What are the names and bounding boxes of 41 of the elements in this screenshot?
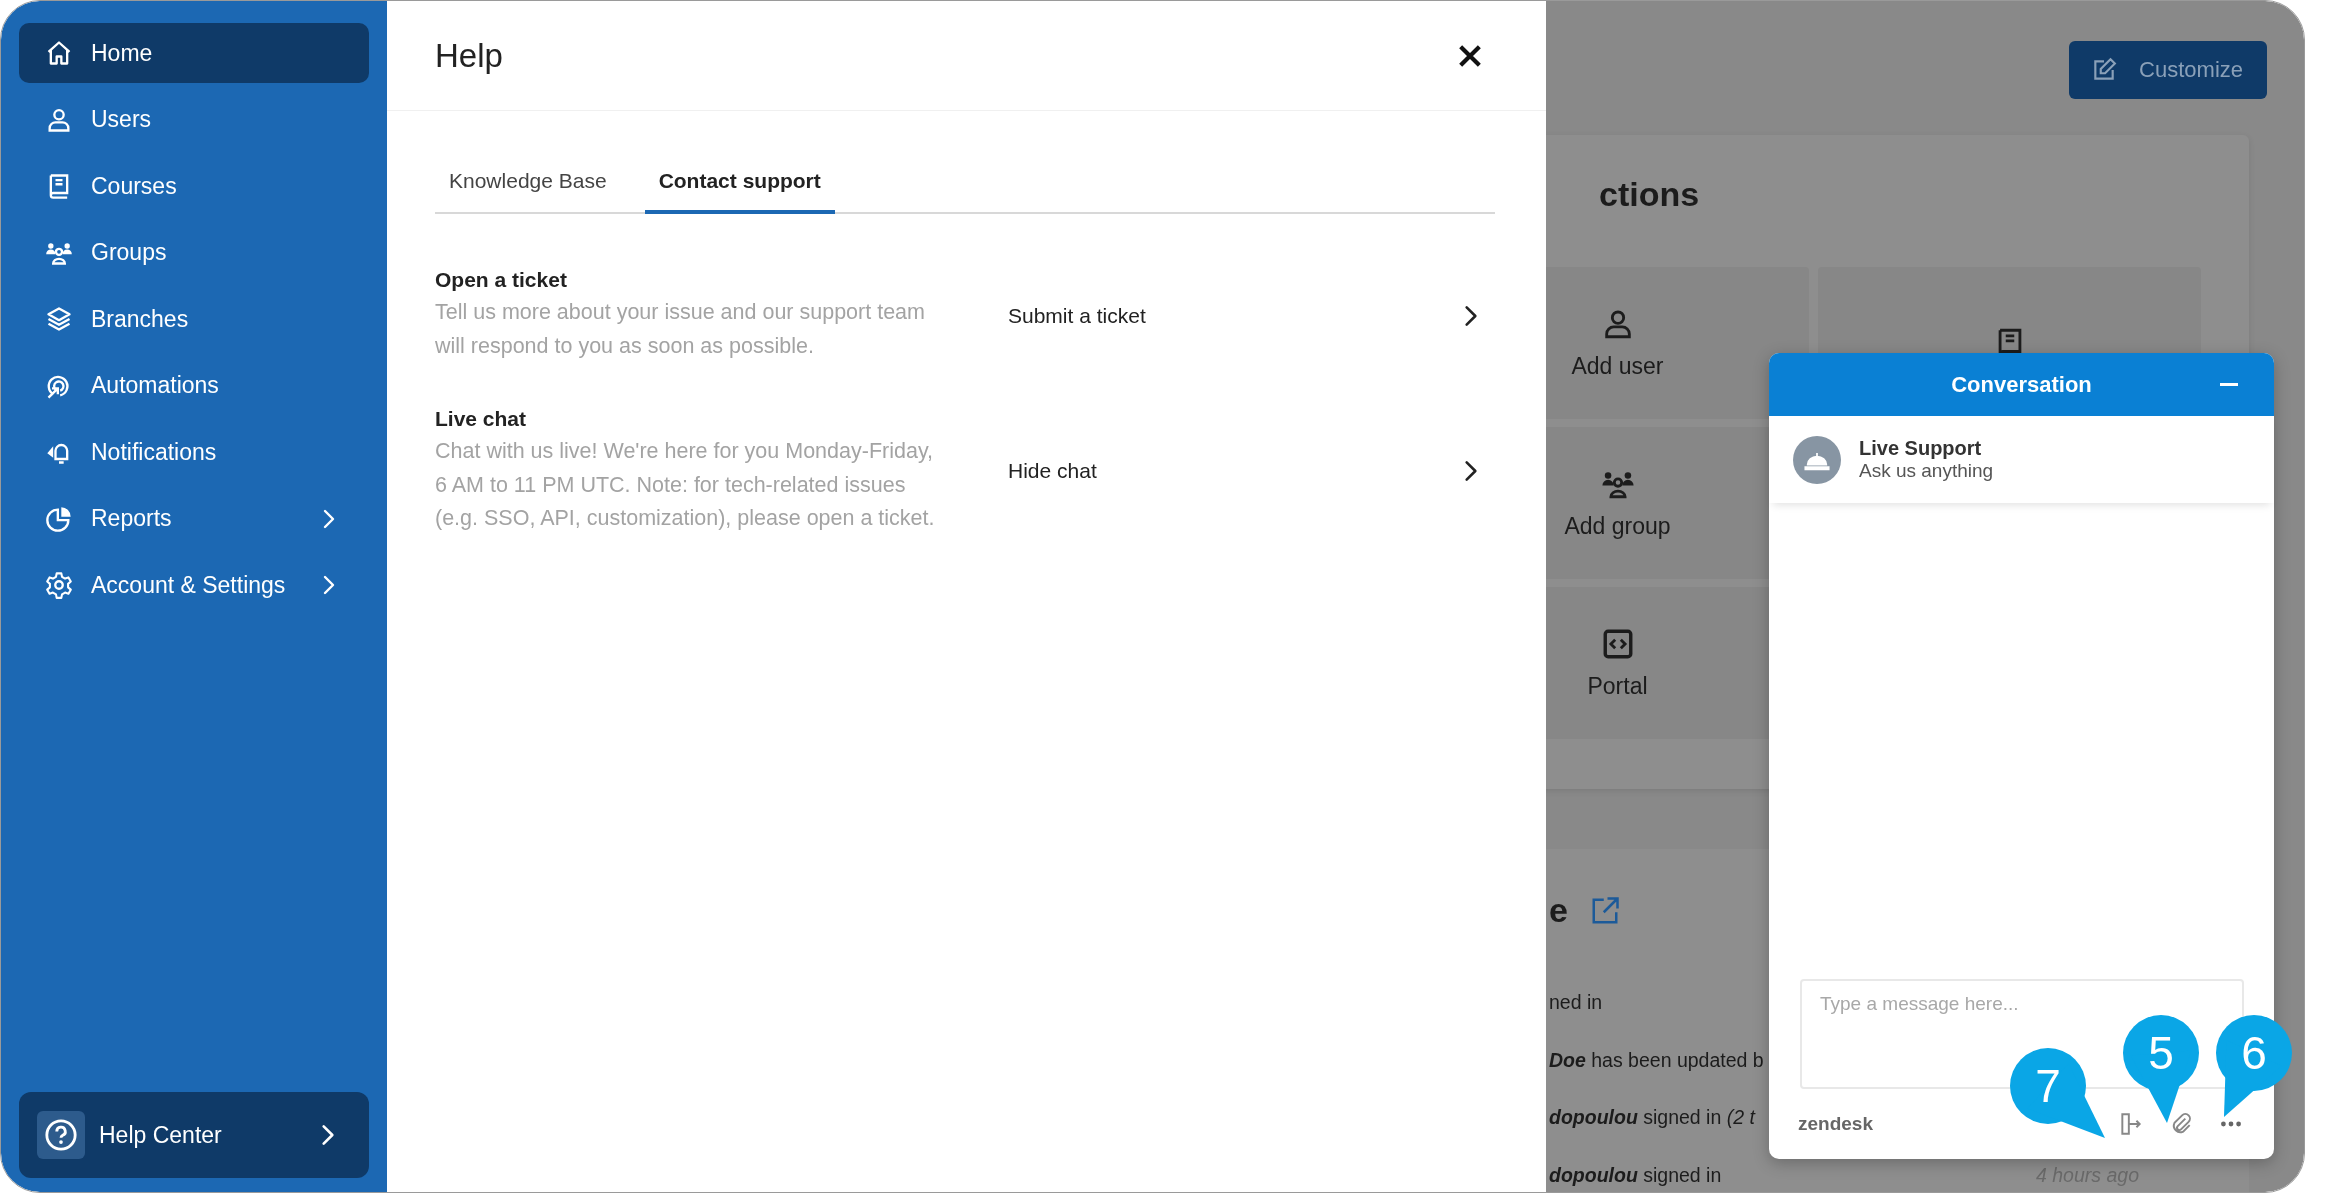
section-description: Chat with us live! We're here for you Monday-Friday, 6 AM to 11 PM UTC. Note: for tech-related issues (e.g. SSO, API, customization), please open a ticket. <box>435 438 936 532</box>
sidebar-item[interactable]: Reports <box>19 488 369 549</box>
home-icon <box>45 39 73 67</box>
tab[interactable]: Knowledge Base <box>435 169 621 214</box>
sidebar-item[interactable]: Users <box>19 89 369 150</box>
sidebar-item[interactable]: Account & Settings <box>19 555 369 615</box>
sidebar-item[interactable]: Automations <box>19 355 369 416</box>
tab[interactable]: Contact support <box>644 169 835 214</box>
sidebar-item[interactable]: Branches <box>19 289 369 349</box>
customize-button[interactable]: Customize <box>2069 41 2267 99</box>
help-center-button[interactable]: Help Center <box>19 1092 369 1178</box>
exit-icon[interactable] <box>2118 1111 2144 1137</box>
pie-chart-icon <box>45 504 73 533</box>
section-title: e <box>1549 891 1568 930</box>
panel-title: Help <box>435 36 503 75</box>
sidebar-item[interactable]: Groups <box>19 222 369 283</box>
sidebar-item[interactable]: Notifications <box>19 422 369 482</box>
activity-text: dopoulou signed in <box>1549 1163 1722 1187</box>
settings-icon <box>45 571 73 599</box>
section-title: Live chat <box>435 407 528 431</box>
agent-name: Live Support <box>1859 437 1983 460</box>
help-icon <box>44 1118 78 1152</box>
action-link[interactable]: Submit a ticket <box>1008 303 1458 328</box>
sidebar-item[interactable]: Home <box>19 23 369 83</box>
sidebar-item[interactable]: Courses <box>19 156 369 216</box>
callout-tooltip: 5 <box>2123 1015 2199 1123</box>
callout-tooltip: 6 <box>2216 1015 2292 1117</box>
callout-tooltip: 7 <box>2010 1048 2105 1138</box>
section-description: Tell us more about your issue and our support team will respond to you as soon as possible. <box>435 299 926 360</box>
section-title: Open a ticket <box>435 268 568 292</box>
activity-text: ned in <box>1549 991 1603 1015</box>
activity-text: dopoulou signed in (2 t <box>1549 1106 1755 1130</box>
edit-icon <box>2091 57 2118 83</box>
card-title: ctions <box>1599 175 1700 213</box>
action-link[interactable]: Hide chat <box>1008 459 1458 484</box>
agent-status: Ask us anything <box>1859 460 1994 482</box>
layers-icon <box>45 305 73 333</box>
chat-title: Conversation <box>1951 371 2092 398</box>
action-tile[interactable]: Add user <box>1546 267 1809 419</box>
brand-label: zendesk <box>1798 1113 1873 1135</box>
activity-text: Doe has been updated b <box>1549 1048 1764 1072</box>
